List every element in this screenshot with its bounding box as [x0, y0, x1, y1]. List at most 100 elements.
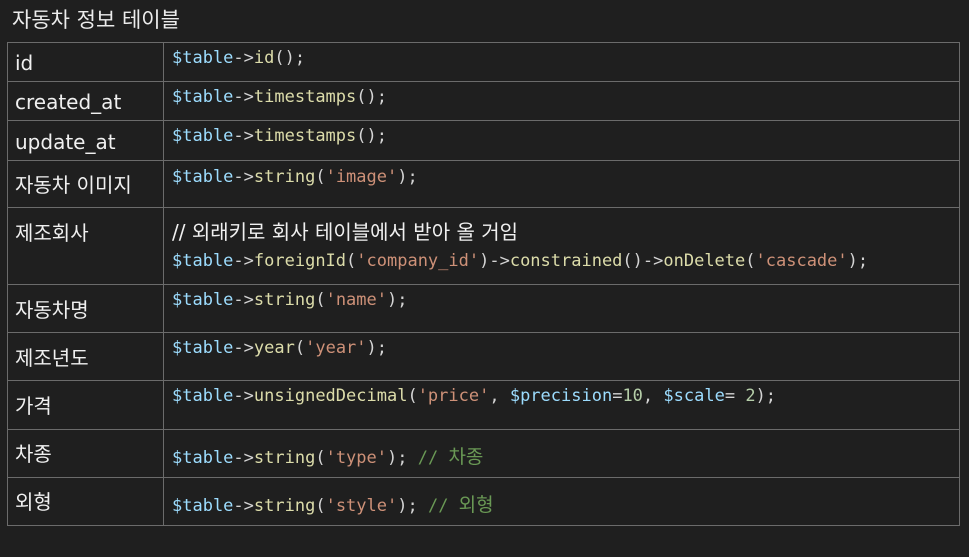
code-operator: (	[346, 251, 357, 271]
code-variable: $table	[172, 496, 234, 516]
code-operator: (	[315, 448, 326, 468]
code-comment: //	[427, 496, 459, 516]
code-variable: $table	[172, 338, 234, 358]
code-function: id	[253, 48, 275, 68]
code-cell: $table->unsignedDecimal('price', $precis…	[163, 380, 960, 430]
code-operator: ->	[233, 338, 254, 358]
code-operator: (	[407, 386, 418, 406]
field-name-cell: id	[7, 42, 164, 82]
code-operator: );	[755, 386, 777, 406]
code-string: 'type'	[325, 448, 387, 468]
code-cell: $table->string('style'); // 외형	[163, 477, 960, 526]
code-operator: (	[315, 167, 326, 187]
code-line: $table->unsignedDecimal('price', $precis…	[172, 386, 959, 406]
field-name: 자동차 이미지	[15, 173, 132, 197]
code-variable: $precision	[509, 386, 613, 406]
code-variable: $table	[172, 251, 234, 271]
code-function: onDelete	[663, 251, 746, 271]
code-operator: ->	[233, 386, 254, 406]
code-operator: ();	[356, 87, 387, 107]
code-comment: 외형	[458, 494, 494, 516]
field-name-cell: 제조회사	[7, 207, 164, 285]
table-row: 자동차명 $table->string('name');	[7, 284, 960, 333]
code-cell: $table->id();	[163, 42, 960, 82]
code-operator: );	[387, 290, 408, 310]
code-variable: $table	[172, 48, 234, 68]
code-operator: ->	[233, 167, 254, 187]
code-operator: ()->	[622, 251, 664, 271]
field-name-cell: update_at	[7, 120, 164, 161]
code-operator: (	[294, 338, 306, 358]
code-line: $table->year('year');	[172, 338, 959, 358]
field-name: 제조회사	[15, 221, 89, 245]
code-operator: ->	[233, 87, 254, 107]
code-line: $table->string('style'); // 외형	[172, 490, 959, 517]
code-function: timestamps	[253, 87, 357, 107]
table-row: 차종 $table->string('type'); // 차종	[7, 429, 960, 478]
field-name: update_at	[15, 130, 116, 154]
code-variable: $table	[172, 126, 234, 146]
code-cell: $table->timestamps();	[163, 120, 960, 161]
code-string: 'style'	[325, 496, 398, 516]
code-cell: $table->string('image');	[163, 160, 960, 208]
code-operator: ->	[233, 48, 254, 68]
code-string: 'image'	[325, 167, 398, 187]
code-function: timestamps	[253, 126, 357, 146]
code-string: 'company_id'	[356, 251, 480, 271]
code-operator: (	[315, 496, 326, 516]
field-name: created_at	[15, 90, 122, 114]
code-operator: );	[847, 251, 869, 271]
code-number: 10	[622, 386, 643, 406]
code-function: constrained	[509, 251, 623, 271]
code-operator: ->	[233, 448, 254, 468]
code-operator: (	[315, 290, 326, 310]
page-title: 자동차 정보 테이블	[12, 8, 180, 32]
code-cell: // 외래키로 회사 테이블에서 받아 올 거임 $table->foreignI…	[163, 207, 960, 285]
table-row: 제조년도 $table->year('year');	[7, 332, 960, 381]
code-variable: $table	[172, 448, 234, 468]
field-name: 차종	[15, 442, 52, 466]
code-line: $table->timestamps();	[172, 126, 959, 146]
code-operator: (	[745, 251, 756, 271]
code-function: unsignedDecimal	[253, 386, 408, 406]
code-comment-line: // 외래키로 회사 테이블에서 받아 올 거임	[172, 220, 519, 244]
code-variable: $table	[172, 290, 234, 310]
field-name-cell: created_at	[7, 81, 164, 121]
field-name-cell: 자동차명	[7, 284, 164, 333]
code-operator: );	[366, 338, 388, 358]
field-name: 자동차명	[15, 298, 89, 322]
code-operator: ->	[233, 251, 254, 271]
code-operator: ,	[489, 386, 510, 406]
code-function: foreignId	[253, 251, 347, 271]
code-function: string	[253, 448, 316, 468]
field-name-cell: 자동차 이미지	[7, 160, 164, 208]
code-operator: );	[387, 448, 418, 468]
code-variable: $scale	[663, 386, 725, 406]
code-operator: )->	[479, 251, 510, 271]
table-row: update_at $table->timestamps();	[7, 120, 960, 161]
code-operator: ,	[642, 386, 664, 406]
table-row: 자동차 이미지 $table->string('image');	[7, 160, 960, 208]
code-function: string	[253, 290, 316, 310]
code-string: 'year'	[305, 338, 367, 358]
code-line: $table->string('image');	[172, 167, 959, 187]
field-name: 외형	[15, 490, 52, 514]
code-operator: );	[397, 496, 428, 516]
code-line: $table->foreignId('company_id')->constra…	[172, 251, 959, 271]
code-operator: ();	[274, 48, 306, 68]
code-operator: ->	[233, 290, 254, 310]
table-row: id $table->id();	[7, 42, 960, 82]
code-string: 'name'	[325, 290, 387, 310]
code-cell: $table->string('type'); // 차종	[163, 429, 960, 478]
code-variable: $table	[172, 87, 234, 107]
code-variable: $table	[172, 386, 234, 406]
code-string: 'price'	[417, 386, 490, 406]
field-name: id	[15, 51, 34, 75]
code-operator: ->	[233, 496, 254, 516]
code-function: string	[253, 496, 316, 516]
field-name-cell: 가격	[7, 380, 164, 430]
code-string: 'cascade'	[755, 251, 848, 271]
table-row: 제조회사 // 외래키로 회사 테이블에서 받아 올 거임 $table->fore…	[7, 207, 960, 285]
code-operator: ();	[356, 126, 387, 146]
car-info-table: id $table->id(); created_at $table->timesta…	[7, 42, 960, 526]
